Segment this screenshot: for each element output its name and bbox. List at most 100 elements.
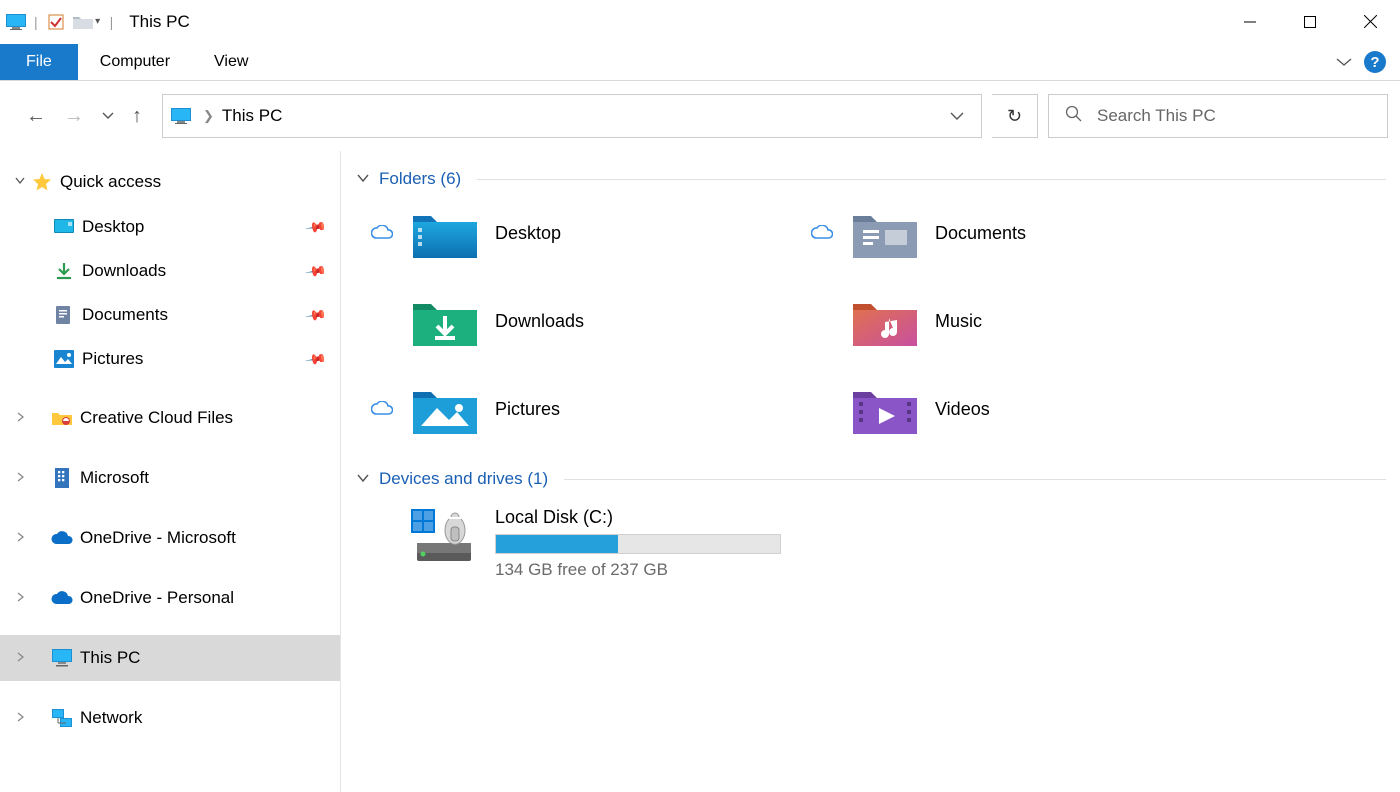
caret-down-icon[interactable] xyxy=(10,176,30,189)
chevron-down-icon xyxy=(357,172,369,186)
help-button[interactable]: ? xyxy=(1364,51,1386,73)
videos-folder-icon xyxy=(853,383,917,435)
sidebar-item-label: Documents xyxy=(82,305,168,325)
back-button[interactable]: ← xyxy=(26,105,46,128)
desktop-folder-icon xyxy=(413,207,477,259)
group-header-drives[interactable]: Devices and drives (1) xyxy=(357,469,1386,489)
sidebar-item-label: This PC xyxy=(80,648,140,668)
sidebar-item-documents[interactable]: Documents 📌 xyxy=(0,293,340,337)
folder-item-music[interactable]: Music xyxy=(809,295,1249,347)
folder-label: Videos xyxy=(935,399,990,420)
sidebar-item-label: OneDrive - Personal xyxy=(80,588,234,608)
drive-icon xyxy=(411,507,481,563)
sidebar-item-pictures[interactable]: Pictures 📌 xyxy=(0,337,340,381)
caret-right-icon[interactable] xyxy=(10,412,30,425)
sidebar-item-onedrive-ms[interactable]: OneDrive - Microsoft xyxy=(0,515,340,561)
cloud-icon xyxy=(371,225,393,242)
folder-item-videos[interactable]: Videos xyxy=(809,383,1249,435)
group-header-folders[interactable]: Folders (6) xyxy=(357,169,1386,189)
title-bar: | ▾ | This PC xyxy=(0,0,1400,44)
folder-item-desktop[interactable]: Desktop xyxy=(369,207,809,259)
sidebar-item-label: OneDrive - Microsoft xyxy=(80,528,236,548)
group-title: Devices and drives (1) xyxy=(379,469,548,489)
search-placeholder: Search This PC xyxy=(1097,106,1216,126)
chevron-down-icon xyxy=(357,472,369,486)
sidebar-item-desktop[interactable]: Desktop 📌 xyxy=(0,205,340,249)
drive-usage-fill xyxy=(496,535,618,553)
quick-access-folder-icon[interactable]: ▾ xyxy=(72,12,102,32)
sidebar-item-this-pc[interactable]: This PC xyxy=(0,635,340,681)
quick-access-save-icon[interactable] xyxy=(46,12,66,32)
sidebar-quick-access[interactable]: Quick access xyxy=(0,159,340,205)
refresh-button[interactable]: ↻ xyxy=(992,94,1038,138)
ribbon-expand-icon[interactable] xyxy=(1336,54,1352,70)
breadcrumb-chevron-icon[interactable]: ❯ xyxy=(195,108,222,124)
sidebar-item-label: Desktop xyxy=(82,217,144,237)
maximize-button[interactable] xyxy=(1280,2,1340,42)
folder-item-pictures[interactable]: Pictures xyxy=(369,383,809,435)
content-pane: Folders (6) Desktop Documents xyxy=(341,151,1400,792)
minimize-button[interactable] xyxy=(1220,2,1280,42)
separator xyxy=(564,479,1386,480)
pc-icon xyxy=(50,647,74,669)
forward-button[interactable]: → xyxy=(64,105,84,128)
folder-label: Desktop xyxy=(495,223,561,244)
sidebar-item-onedrive-personal[interactable]: OneDrive - Personal xyxy=(0,575,340,621)
documents-folder-icon xyxy=(853,207,917,259)
tab-view[interactable]: View xyxy=(192,44,270,80)
tab-file[interactable]: File xyxy=(0,44,78,80)
caret-right-icon[interactable] xyxy=(10,652,30,665)
separator xyxy=(477,179,1386,180)
pictures-icon xyxy=(52,348,76,370)
pin-icon: 📌 xyxy=(303,347,327,371)
caret-right-icon[interactable] xyxy=(10,712,30,725)
desktop-icon xyxy=(52,216,76,238)
caret-right-icon[interactable] xyxy=(10,472,30,485)
search-box[interactable]: Search This PC xyxy=(1048,94,1388,138)
ribbon: File Computer View ? xyxy=(0,44,1400,81)
sidebar-item-label: Microsoft xyxy=(80,468,149,488)
folder-label: Pictures xyxy=(495,399,560,420)
office-icon xyxy=(50,467,74,489)
folder-label: Downloads xyxy=(495,311,584,332)
recent-locations-button[interactable] xyxy=(102,109,114,123)
group-title: Folders (6) xyxy=(379,169,461,189)
folder-label: Documents xyxy=(935,223,1026,244)
sidebar-item-label: Creative Cloud Files xyxy=(80,408,233,428)
drive-label: Local Disk (C:) xyxy=(495,507,781,528)
address-dropdown-button[interactable] xyxy=(937,112,977,121)
caret-right-icon[interactable] xyxy=(10,592,30,605)
close-button[interactable] xyxy=(1340,2,1400,42)
onedrive-icon xyxy=(50,527,74,549)
pin-icon: 📌 xyxy=(303,303,327,327)
navigation-bar: ← → ↑ ❯ This PC ↻ Search This PC xyxy=(0,81,1400,151)
music-folder-icon xyxy=(853,295,917,347)
address-bar[interactable]: ❯ This PC xyxy=(162,94,982,138)
folder-item-documents[interactable]: Documents xyxy=(809,207,1249,259)
folder-item-downloads[interactable]: Downloads xyxy=(369,295,809,347)
sidebar-item-label: Quick access xyxy=(60,172,161,192)
folder-label: Music xyxy=(935,311,982,332)
sidebar-item-label: Network xyxy=(80,708,142,728)
cloud-icon xyxy=(811,225,833,242)
caret-right-icon[interactable] xyxy=(10,532,30,545)
sidebar-item-microsoft[interactable]: Microsoft xyxy=(0,455,340,501)
downloads-folder-icon xyxy=(413,295,477,347)
onedrive-icon xyxy=(50,587,74,609)
sidebar-item-network[interactable]: Network xyxy=(0,695,340,741)
window-title: This PC xyxy=(121,12,189,32)
sidebar-item-downloads[interactable]: Downloads 📌 xyxy=(0,249,340,293)
cc-folder-icon xyxy=(50,407,74,429)
breadcrumb-text[interactable]: This PC xyxy=(222,106,282,126)
sidebar-item-label: Downloads xyxy=(82,261,166,281)
sidebar-item-creative-cloud[interactable]: Creative Cloud Files xyxy=(0,395,340,441)
separator: | xyxy=(32,14,40,30)
star-icon xyxy=(30,171,54,193)
drive-item-c[interactable]: Local Disk (C:) 134 GB free of 237 GB xyxy=(355,499,1386,580)
network-icon xyxy=(50,707,74,729)
pin-icon: 📌 xyxy=(303,215,327,239)
tab-computer[interactable]: Computer xyxy=(78,44,192,80)
pin-icon: 📌 xyxy=(303,259,327,283)
up-button[interactable]: ↑ xyxy=(132,105,142,128)
drive-free-text: 134 GB free of 237 GB xyxy=(495,560,781,580)
